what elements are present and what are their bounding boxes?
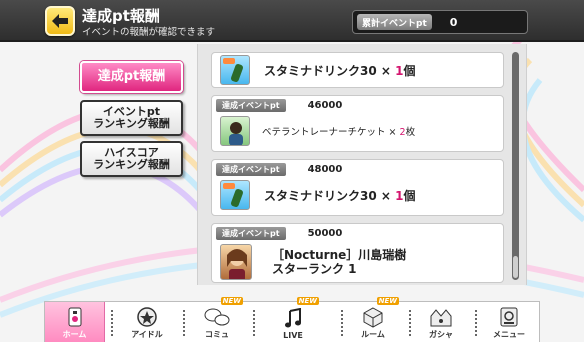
- nav-idol[interactable]: アイドル: [117, 302, 177, 342]
- reward-name: スタミナドリンク30 × 1個: [264, 188, 416, 203]
- list-item: スタミナドリンク30 × 1個: [211, 52, 504, 88]
- page-title: 達成pt報酬: [82, 7, 160, 25]
- nav-menu[interactable]: メニュー: [479, 302, 539, 342]
- veteran-trainer-ticket-icon: [220, 116, 250, 146]
- nav-room[interactable]: NEW ルーム: [343, 297, 403, 342]
- reward-name: ベテラントレーナーチケット × 2枚: [262, 127, 416, 138]
- stamina-drink-icon: [220, 180, 250, 210]
- reward-name: スタミナドリンク30 × 1個: [264, 63, 416, 78]
- total-event-points: 累計イベントpt 0: [352, 10, 528, 34]
- room-icon: [363, 307, 383, 328]
- idol-icon: [137, 307, 157, 327]
- achievement-points-value: 50000: [307, 227, 343, 239]
- menu-icon: [500, 307, 518, 327]
- list-item: 達成イベントpt 48000 スタミナドリンク30 × 1個: [211, 159, 504, 216]
- nav-gacha[interactable]: ガシャ: [411, 302, 471, 342]
- home-icon: [68, 307, 81, 327]
- achievement-points-value: 46000: [307, 99, 343, 111]
- total-event-points-value: 0: [449, 15, 458, 29]
- header-bar: 達成pt報酬 イベントの報酬が確認できます 累計イベントpt 0: [0, 0, 584, 42]
- total-event-points-label: 累計イベントpt: [357, 14, 432, 30]
- commu-icon: [204, 308, 230, 326]
- list-item: 達成イベントpt 46000 ベテラントレーナーチケット × 2枚: [211, 95, 504, 152]
- page-subtitle: イベントの報酬が確認できます: [82, 27, 216, 38]
- achievement-points-tag: 達成イベントpt: [216, 98, 286, 112]
- new-badge: NEW: [220, 297, 243, 305]
- tab-event-ranking-label-line2: ランキング報酬: [93, 117, 170, 130]
- nav-commu[interactable]: NEW コミュ: [187, 297, 247, 342]
- tab-event-ranking-rewards[interactable]: イベントpt ランキング報酬: [80, 100, 183, 136]
- back-arrow-icon: [52, 14, 68, 28]
- tab-achievement-rewards-label: 達成pt報酬: [97, 68, 166, 84]
- live-icon: [285, 308, 301, 328]
- stamina-drink-icon: [220, 55, 250, 85]
- new-badge: NEW: [376, 297, 399, 305]
- achievement-points-tag: 達成イベントpt: [216, 226, 286, 240]
- list-scroll-thumb[interactable]: [513, 256, 518, 278]
- bottom-nav: ホーム アイドル NEW コミュ NEW LIVE NEW ルーム ガシャ メニ…: [44, 297, 540, 342]
- list-scrollbar[interactable]: [512, 52, 519, 280]
- tab-highscore-ranking-rewards[interactable]: ハイスコア ランキング報酬: [80, 141, 183, 177]
- achievement-points-tag: 達成イベントpt: [216, 162, 286, 176]
- back-button[interactable]: [45, 6, 75, 36]
- new-badge: NEW: [296, 297, 319, 305]
- reward-name: ［Nocturne］川島瑞樹 スターランク 1: [272, 247, 407, 276]
- list-item: 達成イベントpt 50000 ［Nocturne］川島瑞樹 スターランク 1: [211, 223, 504, 283]
- nav-live[interactable]: NEW LIVE: [263, 297, 323, 342]
- tab-highscore-ranking-label-line2: ランキング報酬: [93, 158, 170, 171]
- idol-card-icon: [220, 244, 252, 280]
- achievement-points-value: 48000: [307, 163, 343, 175]
- nav-home[interactable]: ホーム: [45, 302, 105, 342]
- tab-achievement-rewards[interactable]: 達成pt報酬: [80, 61, 183, 93]
- gacha-icon: [430, 309, 452, 327]
